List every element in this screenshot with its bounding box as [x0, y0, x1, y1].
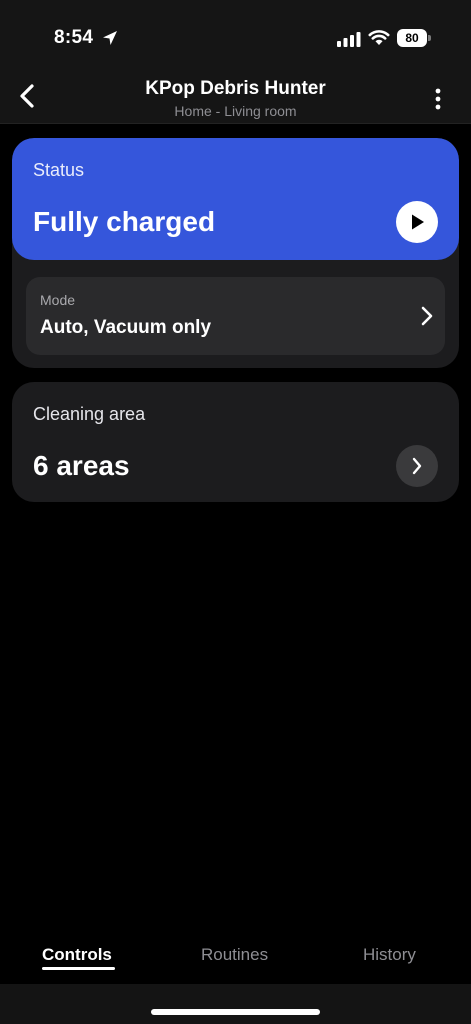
chevron-right-icon: [412, 457, 422, 475]
home-indicator-area: [0, 984, 471, 1024]
mode-label: Mode: [40, 292, 76, 308]
status-time: 8:54: [54, 27, 94, 48]
status-bar: 8:54 80: [0, 0, 471, 72]
device-location: Home - Living room: [174, 103, 297, 119]
wifi-icon: [368, 30, 390, 45]
battery-icon: 80: [397, 29, 431, 47]
play-icon: [412, 214, 424, 230]
status-value: Fully charged: [33, 206, 216, 237]
tab-controls[interactable]: Controls: [42, 945, 112, 965]
start-cleaning-button[interactable]: [396, 201, 438, 243]
battery-level: 80: [397, 29, 427, 47]
cleaning-area-card[interactable]: Cleaning area 6 areas: [12, 382, 459, 502]
active-tab-indicator: [42, 967, 115, 970]
tab-routines[interactable]: Routines: [201, 945, 268, 965]
signal-icon: [337, 32, 361, 47]
status-label: Status: [33, 160, 85, 180]
tab-bar: Controls Routines History: [0, 930, 471, 984]
status-card: Status Fully charged Mode Auto, Vacuum o…: [12, 138, 459, 368]
more-options-button[interactable]: [426, 84, 450, 114]
device-title: KPop Debris Hunter: [145, 78, 326, 99]
app-screen: 8:54 80 KPop Debris Hunter Home - Living: [0, 0, 471, 1024]
mode-selector[interactable]: Mode Auto, Vacuum only: [26, 277, 445, 355]
home-indicator[interactable]: [151, 1009, 320, 1015]
status-banner: Status Fully charged: [12, 138, 459, 260]
cleaning-area-value: 6 areas: [33, 450, 130, 481]
cleaning-area-open-button[interactable]: [396, 445, 438, 487]
tab-history[interactable]: History: [363, 945, 416, 965]
location-arrow-icon: [103, 31, 117, 45]
mode-value: Auto, Vacuum only: [40, 317, 212, 338]
battery-tip: [428, 35, 431, 41]
more-vertical-icon: [435, 88, 441, 110]
app-header: KPop Debris Hunter Home - Living room: [0, 72, 471, 124]
chevron-right-icon: [421, 306, 433, 326]
cleaning-area-label: Cleaning area: [33, 404, 146, 424]
